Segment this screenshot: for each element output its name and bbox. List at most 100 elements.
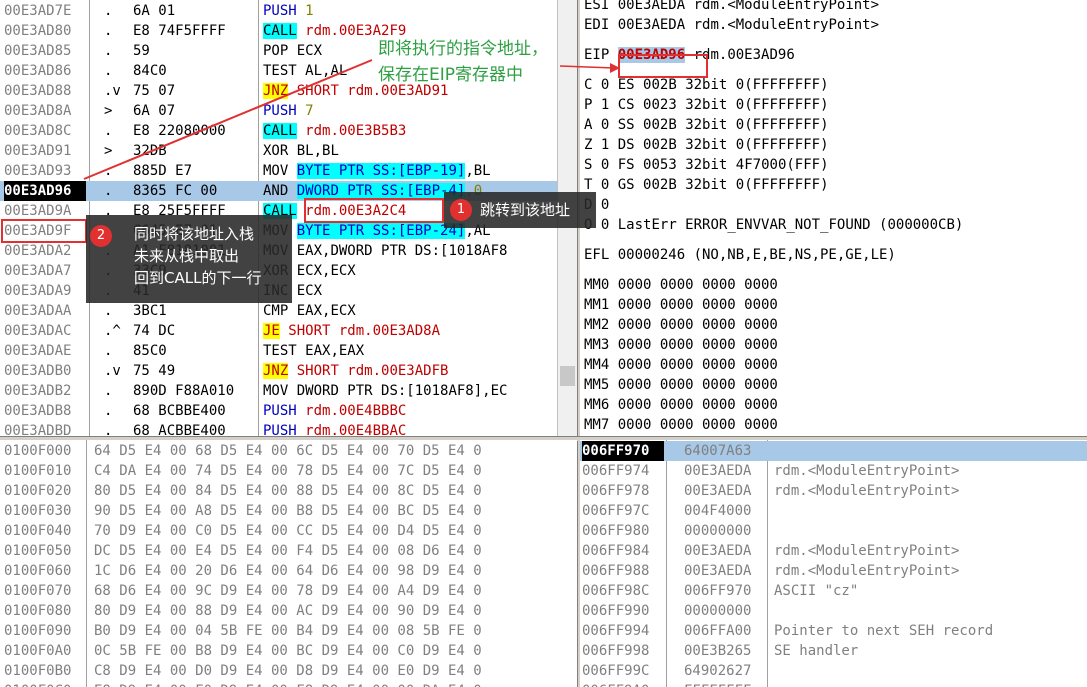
register-row-edi[interactable]: EDI 00E3AEDA rdm.<ModuleEntryPoint> [584,15,1084,35]
dump-row[interactable]: 0100F060 1C D6 E4 00 20 D6 E4 00 64 D6 E4… [0,561,577,581]
stack-row[interactable]: 006FF97C 004F4000 [580,501,1087,521]
flag-row[interactable]: T 0 GS 002B 32bit 0(FFFFFFFF) [584,175,1084,195]
stack-value[interactable]: 64902627 [684,661,764,681]
stack-value[interactable]: 64007A63 [684,441,764,461]
stack-value[interactable]: 00E3B265 [684,641,764,661]
stack-row[interactable]: 006FF99C 64902627 [580,661,1087,681]
stack-row[interactable]: 006FF980 00000000 [580,521,1087,541]
dump-row[interactable]: 0100F0A0 0C 5B FE 00 B8 D9 E4 00 BC D9 E4… [0,641,577,661]
disasm-row[interactable]: 00E3ADB2. 890D F88A010 MOV DWORD PTR DS:[1… [0,381,557,401]
disasm-row[interactable]: 00E3AD91 >32DB XOR BL,BL [0,141,557,161]
segment-selector[interactable]: 0023 [643,97,677,113]
disasm-row[interactable]: 00E3ADAE. 85C0 TEST EAX,EAX [0,341,557,361]
disasm-address: 00E3ADAE [4,343,72,359]
disasm-address: 00E3ADB8 [4,403,72,419]
mmx-row[interactable]: MM3 0000 0000 0000 0000 [584,335,1084,355]
stack-value[interactable]: 00E3AEDA [684,561,764,581]
dump-row[interactable]: 0100F090 B0 D9 E4 00 04 5B FE 00 B4 D9 E4… [0,621,577,641]
flag-row[interactable]: P 1 CS 0023 32bit 0(FFFFFFFF) [584,95,1084,115]
segment-selector[interactable]: 0053 [643,157,677,173]
register-value[interactable]: 00E3AEDA [618,0,685,13]
stack-value[interactable]: 006FF970 [684,581,764,601]
stack-row[interactable]: 006FF978 00E3AEDA rdm.<ModuleEntryPoint> [580,481,1087,501]
register-comment: rdm.00E3AD96 [693,47,795,63]
stack-value[interactable]: FFFFFFFF [684,681,764,687]
disasm-row[interactable]: 00E3AD8C. E8 22080000 CALL rdm.00E3B5B3 [0,121,557,141]
dump-hex: 0C 5B FE 00 B8 D9 E4 00 BC D9 E4 00 C0 D… [94,643,482,659]
mmx-row[interactable]: MM4 0000 0000 0000 0000 [584,355,1084,375]
flag-row[interactable]: D 0 [584,195,1084,215]
stack-row[interactable]: 006FF988 00E3AEDA rdm.<ModuleEntryPoint> [580,561,1087,581]
disasm-row[interactable]: 00E3ADAC .^ 74 DC JE SHORT rdm.00E3AD8A [0,321,557,341]
stack-value[interactable]: 006FFA00 [684,621,764,641]
mmx-row[interactable]: MM6 0000 0000 0000 0000 [584,395,1084,415]
lasterr-row[interactable]: O 0 LastErr ERROR_ENVVAR_NOT_FOUND (0000… [584,215,1084,235]
dump-row[interactable]: 0100F000 64 D5 E4 00 68 D5 E4 00 6C D5 E4… [0,441,577,461]
stack-value[interactable]: 00E3AEDA [684,461,764,481]
dump-row[interactable]: 0100F030 90 D5 E4 00 A8 D5 E4 00 B8 D5 E4… [0,501,577,521]
segment-selector[interactable]: 002B [643,137,677,153]
disasm-mnemonic: JNZ [263,83,289,99]
flag-row[interactable]: A 0 SS 002B 32bit 0(FFFFFFFF) [584,115,1084,135]
stack-row[interactable]: 006FF984 00E3AEDA rdm.<ModuleEntryPoint> [580,541,1087,561]
disasm-row[interactable]: 00E3ADB0 .v 75 49 JNZ SHORT rdm.00E3ADFB [0,361,557,381]
stack-row[interactable]: 006FF990 00000000 [580,601,1087,621]
dump-row[interactable]: 0100F0B0 C8 D9 E4 00 D0 D9 E4 00 D8 D9 E4… [0,661,577,681]
dump-address: 0100F000 [4,443,72,459]
flag-value[interactable]: 0 [601,77,609,93]
hex-dump-pane[interactable]: 0100F000 64 D5 E4 00 68 D5 E4 00 6C D5 E4… [0,440,577,687]
disasm-scroll-thumb[interactable] [560,366,575,386]
mmx-row[interactable]: MM7 0000 0000 0000 0000 [584,415,1084,435]
mmx-row[interactable]: MM2 0000 0000 0000 0000 [584,315,1084,335]
dump-row[interactable]: 0100F020 80 D5 E4 00 84 D5 E4 00 88 D5 E4… [0,481,577,501]
flag-value[interactable]: 1 [601,97,609,113]
dump-row[interactable]: 0100F010 C4 DA E4 00 74 D5 E4 00 78 D5 E4… [0,461,577,481]
disasm-row[interactable]: 00E3ADB8. 68 BCBBE400 PUSH rdm.00E4BBBC [0,401,557,421]
flag-row[interactable]: S 0 FS 0053 32bit 4F7000(FFF) [584,155,1084,175]
efl-row[interactable]: EFL 00000246 (NO,NB,E,BE,NS,PE,GE,LE) [584,245,1084,265]
dump-row[interactable]: 0100F080 80 D9 E4 00 88 D9 E4 00 AC D9 E4… [0,601,577,621]
disasm-row[interactable]: 00E3AD7E. 6A 01 PUSH 1 [0,1,557,21]
mmx-row[interactable]: MM5 0000 0000 0000 0000 [584,375,1084,395]
disasm-row[interactable]: 00E3ADBD. 68 ACBBE400 PUSH rdm.00E4BBAC [0,421,557,436]
stack-address: 006FF974 [582,463,650,479]
stack-row[interactable]: 006FF974 00E3AEDA rdm.<ModuleEntryPoint> [580,461,1087,481]
dump-row[interactable]: 0100F050 DC D5 E4 00 E4 D5 E4 00 F4 D5 E4… [0,541,577,561]
stack-pane[interactable]: 006FF970 64007A63 006FF974 00E3AEDA rdm.<Mod… [580,440,1087,687]
stack-row[interactable]: 006FF998 00E3B265 SE handler [580,641,1087,661]
disasm-operand: BYTE PTR SS:[EBP-24] [296,223,466,239]
flag-value[interactable]: 0 [601,217,609,233]
flag-value[interactable]: 0 [601,177,609,193]
flag-value[interactable]: 0 [601,197,609,213]
stack-value[interactable]: 00E3AEDA [684,541,764,561]
segment-selector[interactable]: 002B [643,117,677,133]
stack-row[interactable]: 006FF9A0 FFFFFFFF [580,681,1087,687]
stack-row[interactable]: 006FF970 64007A63 [580,441,1087,461]
disasm-marker: .^ [104,323,121,339]
dump-hex: B0 D9 E4 00 04 5B FE 00 B4 D9 E4 00 08 5… [94,623,482,639]
dump-row[interactable]: 0100F040 70 D9 E4 00 C0 D5 E4 00 CC D5 E4… [0,521,577,541]
stack-value[interactable]: 004F4000 [684,501,764,521]
flag-value[interactable]: 1 [601,137,609,153]
mmx-row[interactable]: MM1 0000 0000 0000 0000 [584,295,1084,315]
stack-value[interactable]: 00000000 [684,601,764,621]
dump-hex: DC D5 E4 00 E4 D5 E4 00 F4 D5 E4 00 08 D… [94,543,482,559]
stack-value[interactable]: 00000000 [684,521,764,541]
flag-row[interactable]: Z 1 DS 002B 32bit 0(FFFFFFFF) [584,135,1084,155]
flag-value[interactable]: 0 [601,157,609,173]
register-row-esi[interactable]: ESI 00E3AEDA rdm.<ModuleEntryPoint> [584,0,1084,15]
disasm-row[interactable]: 00E3AD8A >6A 07 PUSH 7 [0,101,557,121]
disasm-row[interactable]: 00E3ADAA. 3BC1 CMP EAX,ECX [0,301,557,321]
segment-selector[interactable]: 002B [643,77,677,93]
stack-row[interactable]: 006FF994 006FFA00 Pointer to next SEH reco… [580,621,1087,641]
mmx-row[interactable]: MM0 0000 0000 0000 0000 [584,275,1084,295]
dump-row[interactable]: 0100F0C0 E8 D9 E4 00 F0 D9 E4 00 F8 D9 E4… [0,681,577,687]
flag-value[interactable]: 0 [601,117,609,133]
register-value[interactable]: 00E3AEDA [618,17,685,33]
flag-row[interactable]: C 0 ES 002B 32bit 0(FFFFFFFF) [584,75,1084,95]
stack-value[interactable]: 00E3AEDA [684,481,764,501]
segment-selector[interactable]: 002B [643,177,677,193]
stack-row[interactable]: 006FF98C 006FF970 ASCII "cz" [580,581,1087,601]
disasm-row[interactable]: 00E3AD93. 885D E7 MOV BYTE PTR SS:[EBP-19]… [0,161,557,181]
dump-row[interactable]: 0100F070 68 D6 E4 00 9C D9 E4 00 78 D9 E4… [0,581,577,601]
